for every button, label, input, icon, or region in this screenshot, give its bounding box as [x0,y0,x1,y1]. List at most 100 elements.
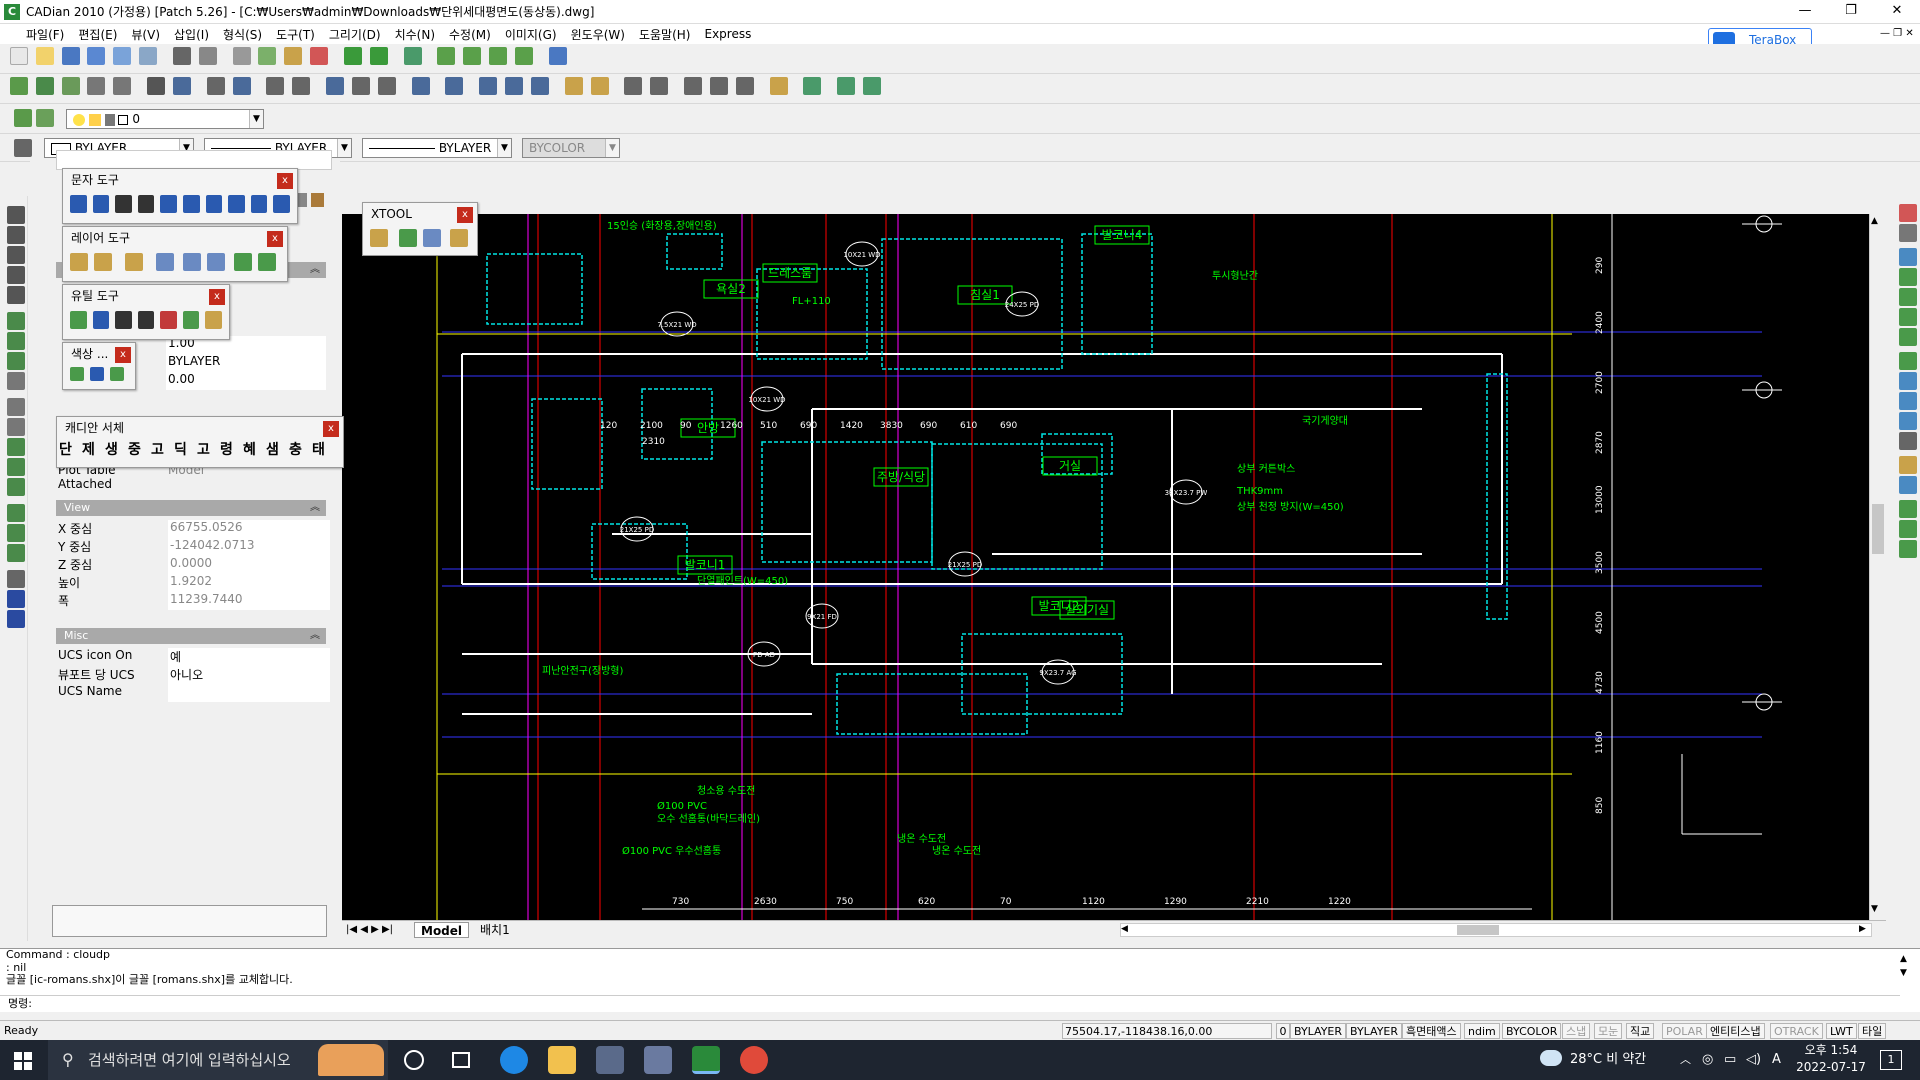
sheet-set-icon[interactable] [1899,500,1917,518]
text-align-center-icon[interactable] [182,195,200,213]
mtext-icon[interactable] [7,610,25,628]
tab-layout1[interactable]: 배치1 [474,922,516,938]
font-sample[interactable]: 단 [59,439,82,459]
redraw-icon[interactable] [403,47,422,65]
chamfer-icon[interactable] [650,77,669,95]
zoom-in-icon[interactable] [1899,268,1917,286]
status-toggle[interactable]: BYLAYER [1290,1023,1347,1039]
scroll-right-icon[interactable]: ▶ [1859,924,1866,934]
scroll-left-icon[interactable]: ◀ [1121,924,1128,934]
text-style-icon[interactable] [70,195,87,213]
line-icon[interactable] [7,206,25,224]
cut-icon[interactable] [232,47,251,65]
layer-match-icon[interactable] [234,253,252,271]
xtool-open-icon[interactable] [370,229,388,247]
layer-combo[interactable]: 0 ▼ [66,109,264,129]
hscroll-thumb[interactable] [1457,925,1499,935]
zoom-dynamic-icon[interactable] [1899,328,1917,346]
status-toggle[interactable]: 직교 [1626,1023,1655,1039]
view-side-icon[interactable] [1899,412,1917,430]
revcloud-icon[interactable] [7,478,25,496]
menu-edit[interactable]: 편집(E) [78,26,117,43]
arc-3p-icon[interactable] [7,332,25,350]
status-toggle[interactable]: OTRACK [1770,1023,1823,1039]
scroll-thumb[interactable] [1872,504,1884,554]
task-view-icon[interactable] [452,1052,470,1068]
text-align-right-icon[interactable] [205,195,223,213]
properties-selector[interactable] [56,150,332,170]
orbit-icon[interactable] [1899,352,1917,370]
status-toggle[interactable]: 타일 [1858,1023,1887,1039]
block-icon[interactable] [411,77,430,95]
close-icon[interactable]: x [209,289,225,305]
donut-icon[interactable] [7,372,25,390]
explode-icon[interactable] [87,77,106,95]
text-height-icon[interactable] [92,195,110,213]
status-toggle[interactable]: ndim [1464,1023,1500,1039]
copy-icon[interactable] [258,47,277,65]
drawing-canvas[interactable]: 발코니4 침실1 드레스룸 욕실2 안방 주방/식당 거실 발코니1 발코니2 실외기실 FL+11… [342,214,1869,920]
move-icon[interactable] [172,77,191,95]
text-case-icon[interactable] [273,195,290,213]
minimize-icon[interactable]: — [1782,0,1828,24]
view-front-icon[interactable] [1899,392,1917,410]
rotate-icon[interactable] [147,77,166,95]
array-icon[interactable] [266,77,285,95]
layer-freeze-tool-icon[interactable] [156,253,174,271]
align-right-icon[interactable] [530,77,549,95]
font-sample[interactable]: 샘 [266,439,289,459]
prop-x-center[interactable]: X 중심 66755.0526 [58,520,330,538]
print-icon[interactable] [172,47,191,65]
align-center-icon[interactable] [505,77,524,95]
menu-express[interactable]: Express [704,27,751,41]
region-icon[interactable] [7,458,25,476]
misc-section-header[interactable]: Misc ︽ [56,628,326,644]
text-rotate-icon[interactable] [137,195,155,213]
align-left-icon[interactable] [479,77,498,95]
tab-model[interactable]: Model [414,922,470,938]
text-font-icon[interactable] [250,195,268,213]
clock[interactable]: 오후 1:54 2022-07-17 [1796,1042,1866,1076]
print-preview-icon[interactable] [198,47,217,65]
view-section-header[interactable]: View ︽ [56,500,326,516]
layer-previous-icon[interactable] [35,77,54,95]
network-icon[interactable]: ◎ [1702,1040,1713,1080]
font-sample[interactable]: 생 [105,439,128,459]
util-color-icon[interactable] [160,311,177,329]
hatch-draw-icon[interactable] [7,570,25,588]
edge-icon[interactable] [500,1046,528,1074]
font-sample[interactable]: 충 [289,439,312,459]
open-folder-icon[interactable] [35,47,54,65]
close-icon[interactable]: x [457,207,473,223]
save-icon[interactable] [61,47,80,65]
xtool-edit-icon[interactable] [423,229,441,247]
dim-chain-icon[interactable] [137,311,155,329]
render-icon[interactable] [837,77,856,95]
design-center-icon[interactable] [1899,456,1917,474]
mirror-icon[interactable] [206,77,225,95]
taskbar-search-input[interactable]: ⚲ 검색하려면 여기에 입력하십시오 [48,1040,388,1080]
status-toggle[interactable]: BYCOLOR [1502,1023,1562,1039]
color-apply-icon[interactable] [110,367,124,381]
menu-file[interactable]: 파일(F) [26,26,64,43]
filter-icon[interactable] [92,311,110,329]
dim-linear-icon[interactable] [564,77,583,95]
prop-thickness[interactable]: 0.00 [166,372,326,390]
text-edit-icon[interactable] [735,77,754,95]
polyline-edit-icon[interactable] [684,77,703,95]
new-file-icon[interactable] [10,47,28,65]
font-sample[interactable]: 태 [312,439,335,459]
stretch-icon[interactable] [326,77,345,95]
layer-isolate-icon[interactable] [94,253,112,271]
command-prompt[interactable]: 명령: [0,995,1900,1011]
font-sample[interactable]: 고 [151,439,174,459]
close-icon[interactable]: x [267,231,283,247]
text-justify-icon[interactable] [228,195,245,213]
layer-lock-tool-icon[interactable] [207,253,225,271]
menu-insert[interactable]: 삽입(I) [174,26,209,43]
zoom-all-icon[interactable] [1899,308,1917,326]
redo-icon[interactable] [369,47,388,65]
layer-manager-icon[interactable] [10,77,28,95]
layer-icon[interactable] [14,109,32,127]
xtool-export-icon[interactable] [450,229,468,247]
